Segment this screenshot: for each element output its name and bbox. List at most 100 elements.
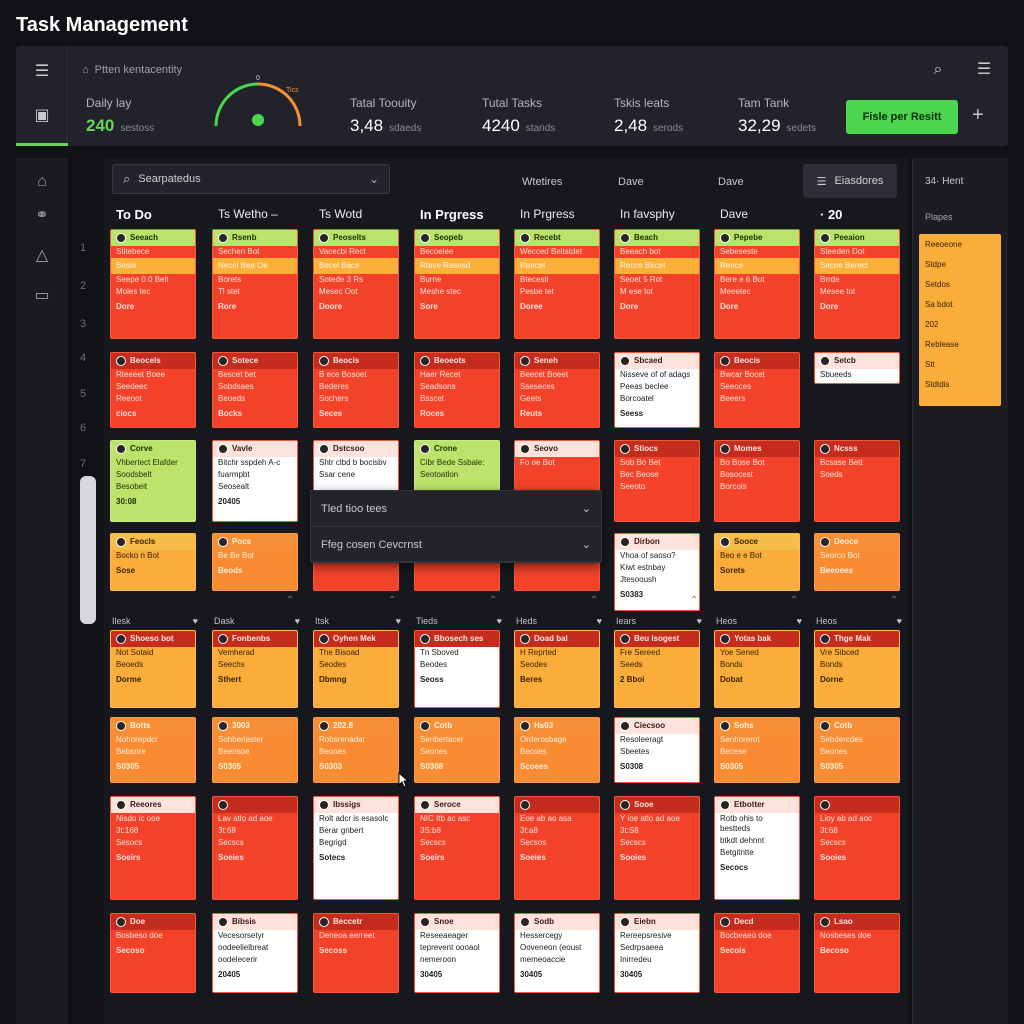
task-card[interactable]: Peoselts Vacecbi Rect Becel Bace Sotede 3 R… <box>313 229 399 339</box>
hamburger-menu-icon[interactable]: ☰ <box>972 58 996 82</box>
task-card[interactable]: Sohs Senhorerot Becese S0305 <box>714 717 800 783</box>
task-card[interactable]: Sooce Beo e e Bot Sorets <box>714 533 800 591</box>
collapse-chevron-icon[interactable]: ⌃ <box>690 595 698 606</box>
task-card[interactable]: Lioy ab ad aoc 3t:68 Secscs Sooies <box>814 796 900 900</box>
column-header[interactable]: Ts Wotd <box>319 207 362 221</box>
task-card[interactable]: Stiocs Sob Bo Bet Bec Beose Seeoto <box>614 440 700 522</box>
filter-button[interactable]: ☰ Eiasdores <box>803 164 897 198</box>
task-card[interactable]: Shoeso bot Not Sotaid Beoeds Dorme <box>110 630 196 708</box>
search-box[interactable]: ⌕ ⌄ <box>112 164 390 194</box>
collapse-chevron-icon[interactable]: ⌃ <box>790 595 798 606</box>
task-card[interactable]: Sbcaed Nisseve of of adags Peeas beclee Bor… <box>614 352 700 428</box>
task-card[interactable]: Ncsss Bcsase Bett Soeds <box>814 440 900 522</box>
task-card[interactable]: Eoe ab ao asa 3t:a8 Secsos Soeies <box>514 796 600 900</box>
workspace-label[interactable]: ⌂ Ptten kentacentity <box>82 64 182 76</box>
task-card[interactable]: Beccetr Deneoa eerreet Secoss <box>313 913 399 993</box>
column-header[interactable]: Ts Wetho – <box>218 207 278 221</box>
menu-icon[interactable]: ☰ <box>30 60 54 84</box>
column-header[interactable]: In favsphy <box>620 207 675 221</box>
task-card[interactable]: Seneh Beecet Boeet Sseseces Geets Reuts <box>514 352 600 428</box>
task-card[interactable]: Seroce NIC Itb ac asc 3S:b8 Secscs Soeirs <box>414 796 500 900</box>
task-card[interactable]: Beocels Rteeeet Boee Seedeec Reeoot ciocs <box>110 352 196 428</box>
task-card[interactable]: Corve Vhbertect Elafder Soodsbelt Besobeit 3… <box>110 440 196 522</box>
heart-icon[interactable]: ♥ <box>797 616 802 626</box>
task-card[interactable]: Cotb Sebdercdes Beones S0305 <box>814 717 900 783</box>
task-card[interactable]: Sotece Bescet bet Sobdsaes Beoeds Bocks <box>212 352 298 428</box>
task-card[interactable]: Seeach Stitebece Beste Seepe 0 0 Belt Moles … <box>110 229 196 339</box>
task-card[interactable]: Peeaion Steeden Dot Secee Berect Brrde Mesee… <box>814 229 900 339</box>
search-icon[interactable]: ⌕ <box>926 58 950 82</box>
heart-icon[interactable]: ♥ <box>193 616 198 626</box>
search-input[interactable] <box>138 173 361 185</box>
task-card[interactable]: Beach Beeach bot Recce Bircet Seoet 5 Rot M … <box>614 229 700 339</box>
clipboard-icon[interactable]: ▣ <box>30 104 54 128</box>
task-card[interactable]: Etbotter Rotb ohis to bestteds btkdt dehnn… <box>714 796 800 900</box>
task-card[interactable]: Seopeb Becoelee Rteve Rasesd Burne Meshe ste… <box>414 229 500 339</box>
collapse-chevron-icon[interactable]: ⌃ <box>286 595 294 606</box>
heart-icon[interactable]: ♥ <box>897 616 902 626</box>
task-card[interactable]: Rsenb Sechen Bot Necel Bee Oe Borets Tl stet… <box>212 229 298 339</box>
task-card[interactable]: Recebt Wecced Beltstdet Raecet Btecesti Pesb… <box>514 229 600 339</box>
task-card[interactable]: Beocis Bwcar Bocet Seeoces Beeers <box>714 352 800 428</box>
task-card[interactable]: Decd Bocbeaeo doe Secois <box>714 913 800 993</box>
heart-icon[interactable]: ♥ <box>497 616 502 626</box>
heart-icon[interactable]: ♥ <box>295 616 300 626</box>
task-card[interactable]: 3003 Sohberiaster Beensoe S0305 <box>212 717 298 783</box>
task-card[interactable]: Reeores Nisdo ic ooe 3t:168 Sesocs Soeirs <box>110 796 196 900</box>
task-card[interactable]: Lav atlo ad aoe 3t:68 Secscs Soeies <box>212 796 298 900</box>
right-panel-card[interactable]: Reeoeone Stdpe Setdos Sa bdot 202 Reblease Stt… <box>919 234 1001 406</box>
task-card[interactable]: Momes Bo Bose Bot Bosocest Borcois <box>714 440 800 522</box>
task-card[interactable]: Pocs Be Be Bot Beods <box>212 533 298 591</box>
task-card[interactable]: Oyhen Mek The Bisoad Seodes Dbmng <box>313 630 399 708</box>
link-icon[interactable]: ⚭ <box>30 204 54 228</box>
task-card[interactable]: 202.8 Robsrenadar Beones S0303 <box>313 717 399 783</box>
dropdown-item[interactable]: Ffeg cosen Cevcrnst ⌄ <box>311 527 601 563</box>
filter-2[interactable]: Dave <box>618 176 644 188</box>
task-card[interactable]: Ibssigs Rolt adcr is esasolc Berar gnbert B… <box>313 796 399 900</box>
task-card[interactable]: Hs03 Orderosbage Becoes Scoees <box>514 717 600 783</box>
task-card[interactable]: Doe Bosbeso doe Secoso <box>110 913 196 993</box>
task-card[interactable]: Bbosech ses Tn Sboved Beodes Seoss <box>414 630 500 708</box>
heart-icon[interactable]: ♥ <box>697 616 702 626</box>
task-card[interactable]: Fonbenbs Vemherad Seechs Sthert <box>212 630 298 708</box>
heart-icon[interactable]: ♥ <box>597 616 602 626</box>
task-card[interactable]: Cotb Senbertacer Seones S0308 <box>414 717 500 783</box>
collapse-chevron-icon[interactable]: ⌃ <box>890 595 898 606</box>
column-header[interactable]: To Do <box>116 207 152 222</box>
task-card[interactable]: Sooe Y ioe atlo ad aoe 3t:S8 Secscs Sooies <box>614 796 700 900</box>
collapse-chevron-icon[interactable]: ⌃ <box>388 595 396 606</box>
task-card[interactable]: Beoeots Haer Recet Seadsons Bsscet Roces <box>414 352 500 428</box>
task-card[interactable]: Bibsis Vecesorsetyr oodeelielbreat oodelece… <box>212 913 298 993</box>
task-card[interactable]: Thge Mak Vre Sibced Bonds Dorne <box>814 630 900 708</box>
chevron-down-icon[interactable]: ⌄ <box>369 172 379 186</box>
column-header[interactable]: Dave <box>720 207 748 221</box>
task-card[interactable]: Feocls Bocko n Bot Sose <box>110 533 196 591</box>
add-icon[interactable]: + <box>972 104 984 127</box>
task-card[interactable]: Vavle Bitchr sspdeh A-c fuarmpbt Seosealt 20… <box>212 440 298 522</box>
home-icon[interactable]: ⌂ <box>30 170 54 194</box>
task-card[interactable]: Yotas bak Yoe Sened Bonds Dobat <box>714 630 800 708</box>
task-card[interactable]: Ciecsoo Resoleeragt Sbeetes S0308 <box>614 717 700 783</box>
task-card[interactable]: Beu lsogest Fre Sereed Seeds 2 Bboi <box>614 630 700 708</box>
task-card[interactable]: Snoe Reseeaeager teprevent oooaol nemeroon 3… <box>414 913 500 993</box>
task-card[interactable]: Eiebn Rereepsresive Sedrpsaeea Inirredeu 304… <box>614 913 700 993</box>
column-header[interactable]: In Prgress <box>520 207 575 221</box>
column-header[interactable]: · 20 <box>820 207 842 222</box>
column-header[interactable]: In Prgress <box>420 207 484 222</box>
collapse-chevron-icon[interactable]: ⌃ <box>590 595 598 606</box>
primary-action-button[interactable]: Fisle per Resitt <box>846 100 958 134</box>
filter-3[interactable]: Dave <box>718 176 744 188</box>
task-card[interactable]: Pepebe Sebeseste Reece Bere e 6 Bot Meeetec D… <box>714 229 800 339</box>
task-card[interactable]: Botts Nohorepdcr Bebsnre S0305 <box>110 717 196 783</box>
collapse-chevron-icon[interactable]: ⌃ <box>489 595 497 606</box>
task-card[interactable]: Lsao Nosbeses doe Becoso <box>814 913 900 993</box>
task-card[interactable]: Deoce Seorco Bot Beeoees <box>814 533 900 591</box>
task-card[interactable]: Doad bal H Reprted Seodes Beres <box>514 630 600 708</box>
task-card[interactable]: Beocis B ece Bosoet Bederes Sochers Seces <box>313 352 399 428</box>
scrollbar-thumb[interactable] <box>80 476 96 624</box>
heart-icon[interactable]: ♥ <box>396 616 401 626</box>
task-card[interactable]: Setcb Sbueeds <box>814 352 900 384</box>
filter-1[interactable]: Wtetires <box>522 176 562 188</box>
dropdown-item[interactable]: Tled tioo tees ⌄ <box>311 491 601 527</box>
bell-icon[interactable]: △ <box>30 244 54 268</box>
